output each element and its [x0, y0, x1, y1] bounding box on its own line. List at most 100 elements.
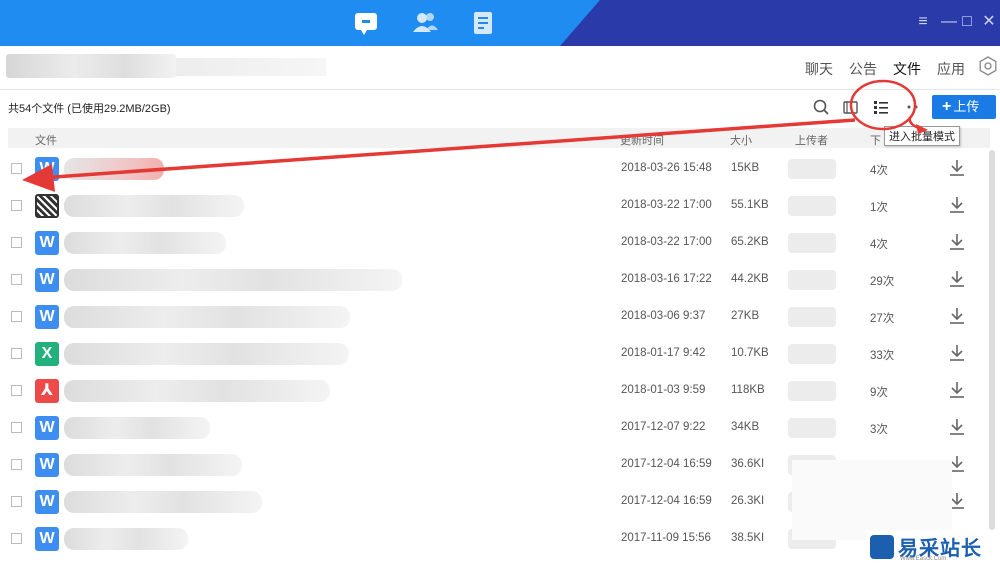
menu-icon[interactable]: ≡ — [914, 13, 932, 31]
table-row[interactable]: W 2018-03-22 17:00 65.2KB 4次 — [0, 224, 990, 261]
app-window: ≡ — □ ✕ 聊天 公告 文件 应用 共54个文件 (已使用29.2MB/2G… — [0, 0, 1000, 564]
file-name-blurred[interactable] — [64, 306, 350, 328]
watermark-logo-icon — [870, 535, 894, 559]
file-name-blurred[interactable] — [64, 380, 330, 402]
download-count: 3次 — [870, 424, 888, 436]
file-name-blurred[interactable] — [64, 417, 210, 439]
table-row[interactable]: W 2018-03-26 15:48 15KB 4次 — [0, 150, 990, 187]
header-time[interactable]: 更新时间 — [620, 132, 664, 148]
table-row[interactable]: W 2018-03-06 9:37 27KB 27次 — [0, 298, 990, 335]
file-time: 2018-03-26 15:48 — [621, 162, 712, 174]
uploader-blurred — [788, 196, 836, 216]
file-size: 38.5KI — [731, 532, 765, 544]
file-name-blurred[interactable] — [64, 491, 262, 513]
close-icon[interactable]: ✕ — [980, 13, 998, 31]
word-file-icon: W — [35, 490, 59, 514]
watermark: 易采站长站 Www.Easck.Com — [866, 530, 1000, 564]
folder-icon[interactable] — [842, 98, 860, 116]
download-count: 1次 — [870, 202, 888, 214]
uploader-blurred — [788, 381, 836, 401]
table-row[interactable]: W 2017-12-07 9:22 34KB 3次 — [0, 409, 990, 446]
row-checkbox[interactable] — [11, 459, 22, 470]
row-checkbox[interactable] — [11, 311, 22, 322]
word-file-icon: W — [35, 231, 59, 255]
file-size: 36.6KI — [731, 458, 765, 470]
tab-announcement[interactable]: 公告 — [849, 59, 877, 79]
file-name-blurred[interactable] — [64, 269, 402, 291]
row-checkbox[interactable] — [11, 422, 22, 433]
header-name[interactable]: 文件 — [35, 132, 57, 148]
file-name-blurred[interactable] — [64, 158, 164, 180]
file-name-blurred[interactable] — [64, 528, 188, 550]
download-icon[interactable] — [948, 306, 966, 326]
header-downloads[interactable]: 下 — [870, 132, 881, 148]
upload-label: 上传 — [953, 99, 980, 114]
chat-icon[interactable] — [352, 8, 382, 38]
download-icon[interactable] — [948, 158, 966, 178]
download-icon[interactable] — [948, 269, 966, 289]
row-checkbox[interactable] — [11, 200, 22, 211]
file-size: 10.7KB — [731, 347, 769, 359]
minimize-icon[interactable]: — — [940, 13, 958, 31]
uploader-blurred — [788, 344, 836, 364]
file-size: 15KB — [731, 162, 760, 174]
contacts-icon[interactable] — [410, 8, 440, 38]
table-row[interactable]: X 2018-01-17 9:42 10.7KB 33次 — [0, 335, 990, 372]
header-size[interactable]: 大小 — [730, 132, 752, 148]
header-uploader[interactable]: 上传者 — [795, 132, 828, 148]
file-name-blurred[interactable] — [64, 195, 244, 217]
row-checkbox[interactable] — [11, 348, 22, 359]
batch-mode-icon[interactable] — [872, 98, 890, 116]
uploader-blurred — [788, 418, 836, 438]
tab-apps[interactable]: 应用 — [937, 59, 965, 79]
table-row[interactable]: 2018-03-22 17:00 55.1KB 1次 — [0, 187, 990, 224]
file-size: 26.3KI — [731, 495, 765, 507]
file-time: 2018-03-22 17:00 — [621, 236, 712, 248]
row-checkbox[interactable] — [11, 163, 22, 174]
scrollbar[interactable] — [989, 150, 995, 530]
file-size: 118KB — [731, 384, 765, 396]
file-size: 27KB — [731, 310, 760, 322]
uploader-blurred — [788, 307, 836, 327]
table-row[interactable]: W 2018-03-16 17:22 44.2KB 29次 — [0, 261, 990, 298]
file-time: 2018-01-03 9:59 — [621, 384, 706, 396]
more-icon[interactable] — [904, 98, 922, 116]
row-checkbox[interactable] — [11, 274, 22, 285]
uploader-blurred — [788, 233, 836, 253]
tab-files[interactable]: 文件 — [893, 59, 921, 79]
tab-chat[interactable]: 聊天 — [805, 59, 833, 79]
uploader-blurred — [788, 270, 836, 290]
file-time: 2018-03-16 17:22 — [621, 273, 712, 285]
title-bar-dark-region — [560, 0, 1000, 46]
uploader-blurred — [788, 159, 836, 179]
row-checkbox[interactable] — [11, 533, 22, 544]
download-icon[interactable] — [948, 417, 966, 437]
file-size: 65.2KB — [731, 236, 769, 248]
download-icon[interactable] — [948, 195, 966, 215]
download-icon[interactable] — [948, 232, 966, 252]
group-info-blurred — [176, 58, 326, 76]
download-icon[interactable] — [948, 380, 966, 400]
download-count: 4次 — [870, 239, 888, 251]
file-name-blurred[interactable] — [64, 343, 349, 365]
file-name-blurred[interactable] — [64, 232, 226, 254]
row-checkbox[interactable] — [11, 385, 22, 396]
file-size: 34KB — [731, 421, 760, 433]
download-icon[interactable] — [948, 343, 966, 363]
storage-info: 共54个文件 (已使用29.2MB/2GB) — [8, 103, 171, 115]
file-name-blurred[interactable] — [64, 454, 242, 476]
docs-icon[interactable] — [468, 8, 498, 38]
download-count: 29次 — [870, 276, 895, 288]
tooltip: 进入批量模式 — [884, 126, 960, 146]
settings-icon[interactable] — [978, 56, 998, 76]
row-checkbox[interactable] — [11, 237, 22, 248]
row-checkbox[interactable] — [11, 496, 22, 507]
file-size: 44.2KB — [731, 273, 769, 285]
file-time: 2017-12-07 9:22 — [621, 421, 706, 433]
upload-button[interactable]: + 上传 — [932, 95, 996, 119]
maximize-icon[interactable]: □ — [958, 13, 976, 31]
download-count: 33次 — [870, 350, 895, 362]
file-size: 55.1KB — [731, 199, 769, 211]
search-icon[interactable] — [812, 98, 830, 116]
table-row[interactable]: ⅄ 2018-01-03 9:59 118KB 9次 — [0, 372, 990, 409]
